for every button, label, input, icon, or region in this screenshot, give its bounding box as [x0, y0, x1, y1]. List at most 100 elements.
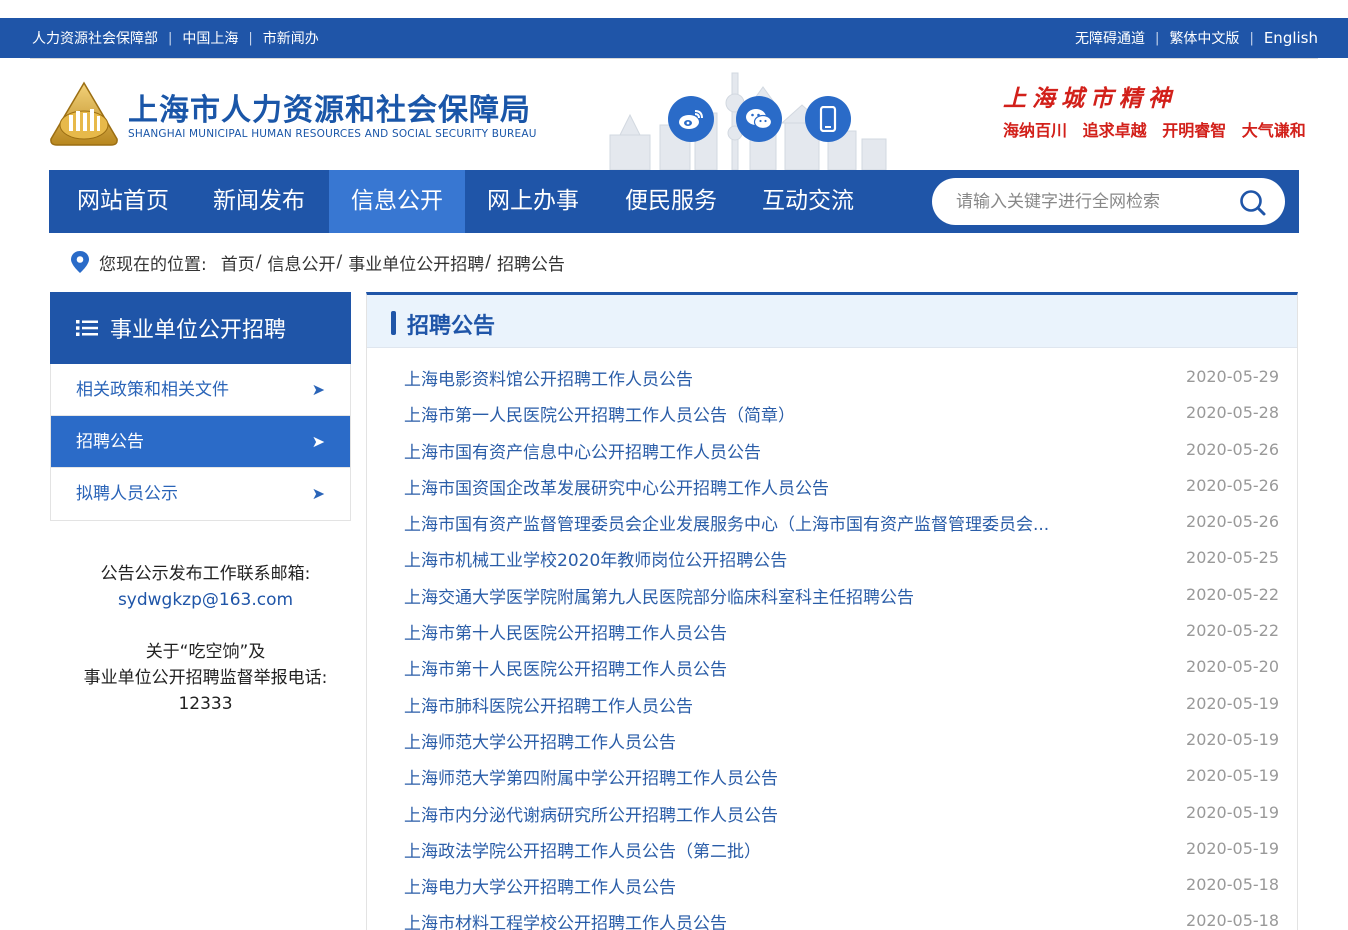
- bureau-emblem-icon[interactable]: [49, 81, 119, 147]
- news-title-link[interactable]: 上海师范大学公开招聘工作人员公告: [404, 728, 676, 753]
- list-item: 上海师范大学公开招聘工作人员公告 2020-05-19: [367, 725, 1297, 761]
- news-date: 2020-05-22: [1186, 621, 1279, 641]
- news-title-link[interactable]: 上海市第十人民医院公开招聘工作人员公告: [404, 619, 727, 644]
- top-link-mohrss[interactable]: 人力资源社会保障部: [32, 28, 158, 48]
- news-date: 2020-05-19: [1186, 766, 1279, 786]
- news-title-link[interactable]: 上海市内分泌代谢病研究所公开招聘工作人员公告: [404, 801, 778, 826]
- list-item: 上海交通大学医学院附属第九人民医院部分临床科室科主任招聘公告 2020-05-22: [367, 580, 1297, 616]
- news-title-link[interactable]: 上海电影资料馆公开招聘工作人员公告: [404, 365, 693, 390]
- contact-email-link[interactable]: sydwgkzp@163.com: [118, 590, 293, 610]
- nav-item-news[interactable]: 新闻发布: [197, 170, 321, 233]
- news-date: 2020-05-19: [1186, 693, 1279, 713]
- news-date: 2020-05-20: [1186, 657, 1279, 677]
- top-link-english[interactable]: English: [1264, 29, 1318, 47]
- nav-item-info-disclosure[interactable]: 信息公开: [329, 170, 465, 233]
- list-item: 上海政法学院公开招聘工作人员公告（第二批） 2020-05-19: [367, 834, 1297, 870]
- list-item: 上海市第十人民医院公开招聘工作人员公告 2020-05-20: [367, 652, 1297, 688]
- nav-item-public-services[interactable]: 便民服务: [609, 170, 733, 233]
- breadcrumb-separator: /: [255, 252, 262, 272]
- news-title-link[interactable]: 上海市肺科医院公开招聘工作人员公告: [404, 692, 693, 717]
- list-icon: [76, 320, 98, 336]
- news-date: 2020-05-28: [1186, 403, 1279, 423]
- list-item: 上海市材料工程学校公开招聘工作人员公告 2020-05-18: [367, 906, 1297, 930]
- nav-item-home[interactable]: 网站首页: [61, 170, 185, 233]
- news-title-link[interactable]: 上海市第十人民医院公开招聘工作人员公告: [404, 655, 727, 680]
- panel-header: 招聘公告: [367, 295, 1297, 348]
- sidebar-item-policies[interactable]: 相关政策和相关文件 ➤: [51, 364, 350, 416]
- nav-item-interaction[interactable]: 互动交流: [746, 170, 870, 233]
- news-date: 2020-05-26: [1186, 512, 1279, 532]
- arrow-right-icon: ➤: [311, 432, 325, 451]
- report-phone: 12333: [178, 694, 233, 714]
- news-title-link[interactable]: 上海交通大学医学院附属第九人民医院部分临床科室科主任招聘公告: [404, 583, 914, 608]
- top-link-traditional-chinese[interactable]: 繁体中文版: [1169, 28, 1239, 48]
- news-title-link[interactable]: 上海政法学院公开招聘工作人员公告（第二批）: [404, 837, 761, 862]
- panel-title: 招聘公告: [407, 314, 496, 339]
- news-title-link[interactable]: 上海师范大学第四附属中学公开招聘工作人员公告: [404, 764, 778, 789]
- mobile-button[interactable]: [805, 96, 851, 142]
- main-nav: 网站首页 新闻发布 信息公开 网上办事 便民服务 互动交流: [49, 170, 1299, 233]
- top-links-right: 无障碍通道 | 繁体中文版 | English: [1075, 18, 1318, 58]
- breadcrumb-info-disclosure[interactable]: 信息公开: [267, 250, 335, 275]
- search-input[interactable]: [956, 187, 1226, 217]
- search-icon[interactable]: [1239, 189, 1267, 217]
- list-item: 上海市国资国企改革发展研究中心公开招聘工作人员公告 2020-05-26: [367, 471, 1297, 507]
- breadcrumb-separator: /: [336, 252, 343, 272]
- news-title-link[interactable]: 上海市国有资产监督管理委员会企业发展服务中心（上海市国有资产监督管理委员会...: [404, 510, 1049, 535]
- list-item: 上海市机械工业学校2020年教师岗位公开招聘公告 2020-05-25: [367, 543, 1297, 579]
- weibo-button[interactable]: [668, 96, 714, 142]
- news-date: 2020-05-19: [1186, 729, 1279, 749]
- news-date: 2020-05-22: [1186, 584, 1279, 604]
- divider: |: [168, 30, 173, 46]
- list-item: 上海师范大学第四附属中学公开招聘工作人员公告 2020-05-19: [367, 761, 1297, 797]
- wechat-button[interactable]: [736, 96, 782, 142]
- wechat-icon: [746, 109, 773, 130]
- news-date: 2020-05-18: [1186, 911, 1279, 930]
- news-title-link[interactable]: 上海市材料工程学校公开招聘工作人员公告: [404, 909, 727, 930]
- sidebar-menu: 相关政策和相关文件 ➤ 招聘公告 ➤ 拟聘人员公示 ➤: [50, 364, 351, 521]
- sidebar-item-announcements[interactable]: 招聘公告 ➤: [51, 416, 350, 468]
- list-item: 上海市国有资产监督管理委员会企业发展服务中心（上海市国有资产监督管理委员会...…: [367, 507, 1297, 543]
- sidebar-title: 事业单位公开招聘: [110, 318, 287, 343]
- report-line-2: 事业单位公开招聘监督举报电话:: [83, 668, 328, 688]
- breadcrumb-home[interactable]: 首页: [221, 250, 255, 275]
- top-links-left: 人力资源社会保障部 | 中国上海 | 市新闻办: [32, 18, 319, 58]
- list-item: 上海市内分泌代谢病研究所公开招聘工作人员公告 2020-05-19: [367, 798, 1297, 834]
- sidebar-item-label: 招聘公告: [76, 432, 144, 452]
- report-line-1: 关于“吃空饷”及: [145, 642, 266, 662]
- city-spirit-word: 海纳百川: [1003, 121, 1068, 140]
- city-spirit-word: 大气谦和: [1241, 121, 1306, 140]
- news-date: 2020-05-19: [1186, 838, 1279, 858]
- top-link-press-office[interactable]: 市新闻办: [263, 28, 319, 48]
- site-header: 上海市人力资源和社会保障局 SHANGHAI MUNICIPAL HUMAN R…: [0, 59, 1348, 170]
- list-item: 上海电影资料馆公开招聘工作人员公告 2020-05-29: [367, 362, 1297, 398]
- top-link-accessibility[interactable]: 无障碍通道: [1075, 28, 1145, 48]
- news-title-link[interactable]: 上海市机械工业学校2020年教师岗位公开招聘公告: [404, 546, 787, 571]
- nav-item-online-services[interactable]: 网上办事: [471, 170, 595, 233]
- breadcrumb-label: 您现在的位置:: [99, 254, 207, 275]
- site-logo-title[interactable]: 上海市人力资源和社会保障局: [128, 85, 531, 129]
- sidebar-item-candidates[interactable]: 拟聘人员公示 ➤: [51, 468, 350, 520]
- top-utility-bar: 人力资源社会保障部 | 中国上海 | 市新闻办 无障碍通道 | 繁体中文版 | …: [0, 18, 1348, 58]
- news-date: 2020-05-26: [1186, 439, 1279, 459]
- breadcrumb-public-recruitment[interactable]: 事业单位公开招聘: [348, 250, 484, 275]
- city-spirit-words: 海纳百川 追求卓越 开明睿智 大气谦和: [1003, 117, 1306, 141]
- top-link-china-shanghai[interactable]: 中国上海: [182, 28, 238, 48]
- search-box: [932, 178, 1285, 225]
- news-title-link[interactable]: 上海电力大学公开招聘工作人员公告: [404, 873, 676, 898]
- sidebar-header: 事业单位公开招聘: [50, 292, 351, 364]
- weibo-icon: [679, 110, 703, 129]
- arrow-right-icon: ➤: [311, 380, 325, 399]
- breadcrumb-current[interactable]: 招聘公告: [497, 250, 565, 275]
- news-title-link[interactable]: 上海市国资国企改革发展研究中心公开招聘工作人员公告: [404, 474, 829, 499]
- city-spirit-word: 开明睿智: [1162, 121, 1227, 140]
- news-date: 2020-05-29: [1186, 367, 1279, 386]
- news-title-link[interactable]: 上海市第一人民医院公开招聘工作人员公告（简章）: [404, 401, 795, 426]
- news-date: 2020-05-26: [1186, 475, 1279, 495]
- divider: |: [1249, 30, 1254, 46]
- site-logo-subtitle: SHANGHAI MUNICIPAL HUMAN RESOURCES AND S…: [128, 128, 537, 140]
- mobile-icon: [819, 106, 837, 132]
- news-title-link[interactable]: 上海市国有资产信息中心公开招聘工作人员公告: [404, 438, 761, 463]
- news-date: 2020-05-25: [1186, 548, 1279, 568]
- list-item: 上海市国有资产信息中心公开招聘工作人员公告 2020-05-26: [367, 435, 1297, 471]
